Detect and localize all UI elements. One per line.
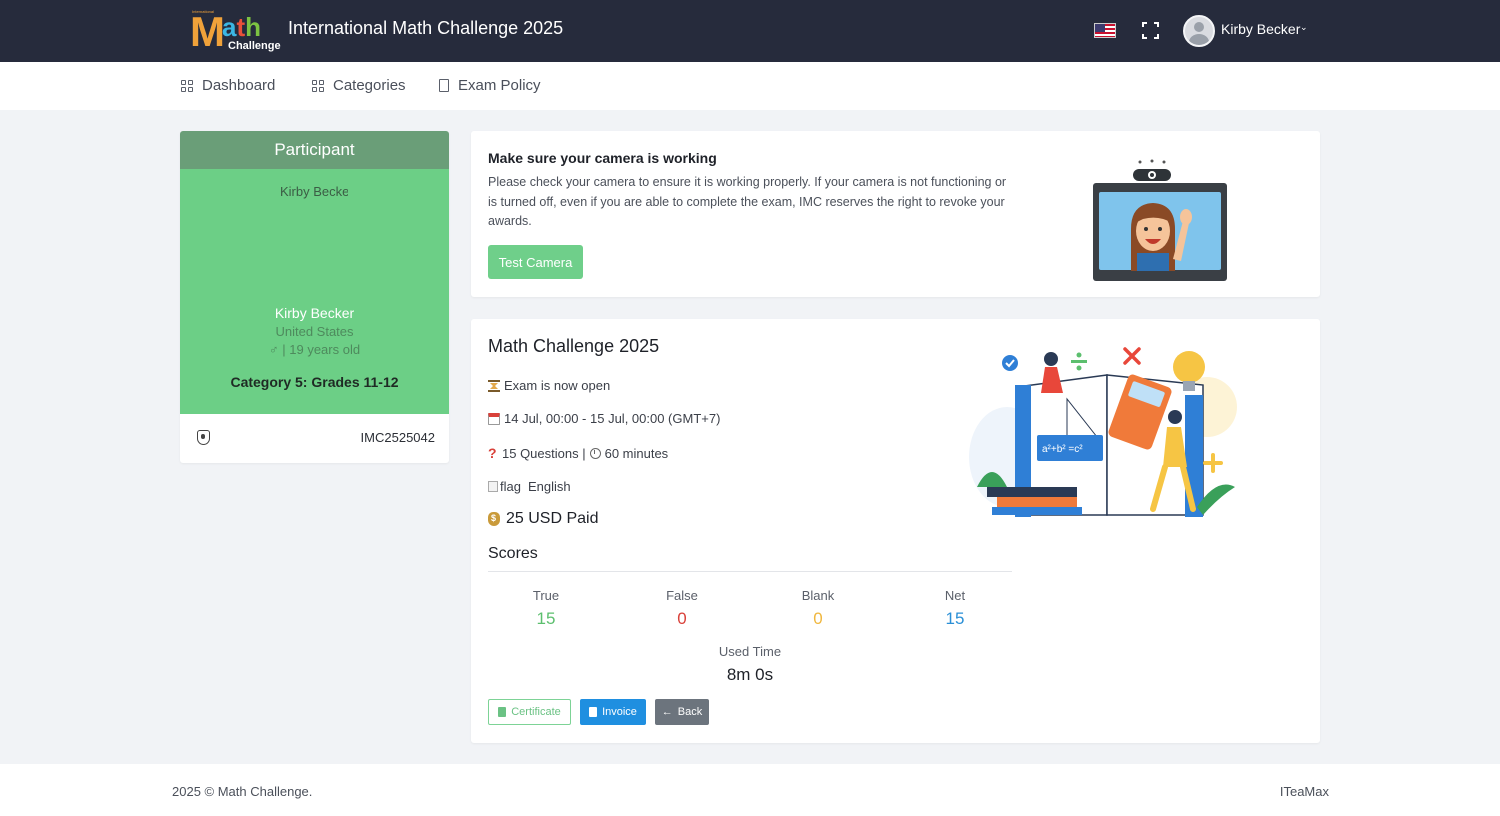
scores-divider (488, 571, 1012, 572)
score-value: 15 (536, 609, 556, 628)
exam-dates: 14 Jul, 00:00 - 15 Jul, 00:00 (GMT+7) (488, 411, 720, 426)
nav-item-categories[interactable]: Categories (312, 77, 406, 94)
invoice-button-label: Invoice (602, 706, 637, 718)
participant-body: Kirby Becker Kirby Becker United States … (180, 169, 449, 414)
exam-minutes-text: 60 minutes (604, 445, 669, 461)
invoice-button[interactable]: Invoice (580, 699, 646, 725)
broken-flag-image: flag (488, 479, 521, 494)
nav-bar: Dashboard Categories Exam Policy (0, 62, 1500, 110)
score-label: False (666, 588, 698, 603)
logo-letter: M (190, 8, 225, 55)
logo-challenge: Challenge (228, 40, 281, 52)
chevron-down-icon[interactable]: ⌄ (1300, 22, 1308, 33)
grid-icon (312, 79, 324, 92)
score-label: Net (944, 588, 966, 603)
calendar-icon (488, 412, 500, 425)
back-button[interactable]: ← Back (655, 699, 709, 725)
money-bag-icon (488, 512, 500, 526)
nav-item-label: Dashboard (202, 77, 276, 94)
arrow-left-icon: ← (661, 706, 673, 718)
score-true: True 15 (486, 588, 606, 629)
exam-panel: Math Challenge 2025 Exam is now open 14 … (471, 319, 1320, 743)
nav-item-label: Exam Policy (458, 77, 541, 94)
nav-item-exam-policy[interactable]: Exam Policy (439, 77, 541, 94)
user-menu-name[interactable]: Kirby Becker (1221, 21, 1300, 37)
webcam-illustration (1093, 159, 1227, 281)
file-icon (589, 707, 598, 717)
score-blank: Blank 0 (758, 588, 878, 629)
exam-title: Math Challenge 2025 (488, 336, 660, 356)
exam-language-text: English (527, 479, 571, 494)
score-value: 0 (677, 609, 687, 628)
participant-photo: Kirby Becker (280, 184, 348, 199)
used-time-value: 8m 0s (726, 665, 774, 684)
score-value: 15 (945, 609, 965, 628)
app-title: International Math Challenge 2025 (288, 18, 564, 38)
nav-item-label: Categories (333, 77, 406, 94)
test-camera-button[interactable]: Test Camera (488, 245, 583, 279)
payment-status: 25 USD Paid (488, 510, 599, 528)
certificate-button[interactable]: Certificate (488, 699, 571, 725)
exam-questions: ? 15 Questions | 60 minutes (488, 445, 668, 461)
score-label: True (532, 588, 560, 603)
score-label: Blank (801, 588, 835, 603)
hourglass-icon (488, 379, 500, 392)
logo[interactable]: International M ath Challenge (190, 8, 281, 56)
camera-title: Make sure your camera is working (488, 150, 717, 166)
participant-country: United States (275, 324, 354, 339)
footer-brand[interactable]: ITeaMax (1280, 784, 1329, 799)
formula-text: a²+b² =c² (1042, 444, 1083, 455)
top-bar: International M ath Challenge Internatio… (0, 0, 1500, 62)
back-button-label: Back (677, 706, 703, 718)
exam-status: Exam is now open (488, 378, 610, 393)
exam-status-text: Exam is now open (504, 378, 611, 393)
participant-age: ♂ | 19 years old (268, 342, 361, 357)
camera-description: Please check your camera to ensure it is… (488, 175, 1007, 228)
grid-icon (181, 79, 193, 92)
camera-check-panel: Make sure your camera is working Please … (471, 131, 1320, 297)
certificate-button-label: Certificate (511, 706, 561, 718)
nav-item-dashboard[interactable]: Dashboard (181, 77, 275, 94)
used-time-label: Used Time (718, 644, 782, 659)
footer: 2025 © Math Challenge. ITeaMax (0, 764, 1500, 816)
document-icon (439, 79, 449, 92)
exam-language: flag English (488, 479, 571, 494)
participant-heading: Participant (180, 131, 449, 169)
math-illustration: a²+b² =c² (969, 347, 1237, 517)
participant-name: Kirby Becker (274, 305, 355, 321)
score-net: Net 15 (895, 588, 1015, 629)
participant-card: Participant Kirby Becker Kirby Becker Un… (180, 131, 449, 463)
exam-questions-text: 15 Questions | (502, 445, 586, 461)
copyright: 2025 © Math Challenge. (172, 784, 313, 799)
score-value: 0 (813, 609, 823, 628)
used-time: Used Time 8m 0s (688, 644, 812, 685)
file-icon (498, 707, 507, 717)
fullscreen-icon[interactable] (1142, 22, 1159, 39)
timer-icon (589, 447, 601, 459)
participant-id: IMC2525042 (360, 430, 435, 445)
participant-category: Category 5: Grades 11-12 (230, 374, 399, 390)
payment-status-text: 25 USD Paid (506, 510, 599, 527)
participant-footer: IMC2525042 (180, 414, 449, 463)
us-flag-icon[interactable] (1094, 23, 1116, 38)
logo-ath: ath (222, 12, 262, 42)
avatar[interactable] (1183, 15, 1215, 47)
exam-dates-text: 14 Jul, 00:00 - 15 Jul, 00:00 (GMT+7) (504, 411, 721, 426)
score-false: False 0 (622, 588, 742, 629)
question-mark-icon: ? (488, 445, 497, 461)
scores-heading: Scores (488, 545, 538, 562)
shield-icon (197, 430, 210, 445)
